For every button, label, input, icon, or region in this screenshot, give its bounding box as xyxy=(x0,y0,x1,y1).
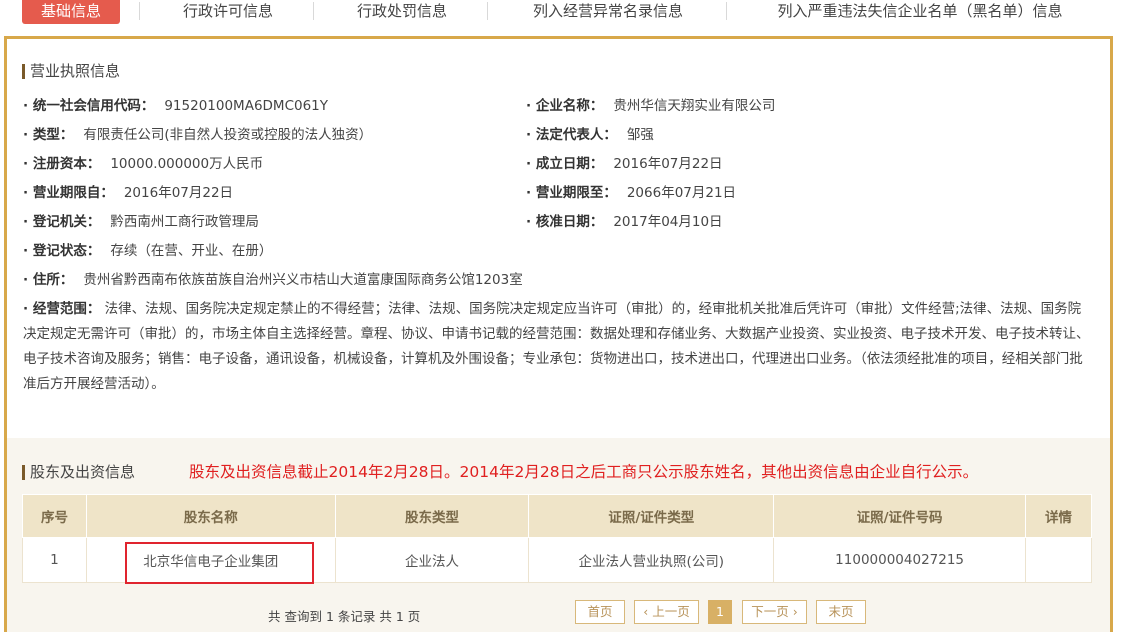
field-label: · 核准日期： xyxy=(526,214,604,230)
field-value: 邹强 xyxy=(626,127,654,143)
col-header-cert-no: 证照/证件号码 xyxy=(773,494,1027,538)
shareholder-notice: 股东及出资信息截止2014年2月28日。2014年2月28日之后工商只公示股东姓… xyxy=(189,463,979,481)
pager-last-button[interactable]: 末页 xyxy=(816,600,866,624)
field-label: · 住所： xyxy=(23,272,74,288)
tab-divider xyxy=(487,2,488,20)
field-label: · 成立日期： xyxy=(526,156,604,172)
chevron-left-icon: ‹ xyxy=(643,604,649,619)
field-business-scope: · 经营范围： 法律、法规、国务院决定规定禁止的不得经营；法律、法规、国务院决定… xyxy=(23,297,1091,397)
field-registration-authority: · 登记机关： 黔西南州工商行政管理局 xyxy=(23,213,259,231)
pager-prev-label: 上一页 xyxy=(652,604,690,619)
pager-next-label: 下一页 xyxy=(751,604,789,619)
field-value: 2016年07月22日 xyxy=(123,185,234,201)
field-value: 2066年07月21日 xyxy=(626,185,737,201)
field-label: · 营业期限至： xyxy=(526,185,617,201)
chevron-right-icon: › xyxy=(792,604,798,619)
tab-admin-license[interactable]: 行政许可信息 xyxy=(160,0,296,24)
field-value: 法律、法规、国务院决定规定禁止的不得经营；法律、法规、国务院决定规定应当许可（审… xyxy=(23,301,1090,392)
tab-abnormal-list[interactable]: 列入经营异常名录信息 xyxy=(508,0,708,24)
col-header-detail: 详情 xyxy=(1025,494,1092,538)
field-label: · 统一社会信用代码： xyxy=(23,98,155,114)
field-registration-status: · 登记状态： 存续（在营、开业、在册） xyxy=(23,242,272,260)
field-credit-code: · 统一社会信用代码： 91520100MA6DMC061Y xyxy=(23,97,328,115)
table-header-row: 序号 股东名称 股东类型 证照/证件类型 证照/证件号码 详情 xyxy=(22,494,1092,538)
tab-divider xyxy=(313,2,314,20)
tab-blacklist[interactable]: 列入严重违法失信企业名单（黑名单）信息 xyxy=(748,0,1092,24)
field-company-name: · 企业名称： 贵州华信天翔实业有限公司 xyxy=(526,97,775,115)
col-header-name: 股东名称 xyxy=(85,494,336,538)
field-address: · 住所： 贵州省黔西南布依族苗族自治州兴义市桔山大道富康国际商务公馆1203室 xyxy=(23,271,523,289)
field-label: · 登记状态： xyxy=(23,243,101,259)
field-label: · 类型： xyxy=(23,127,74,143)
field-value: 91520100MA6DMC061Y xyxy=(164,98,329,114)
field-value: 10000.000000万人民币 xyxy=(110,156,264,172)
page: 基础信息 行政许可信息 行政处罚信息 列入经营异常名录信息 列入严重违法失信企业… xyxy=(0,0,1126,632)
col-header-type: 股东类型 xyxy=(334,494,530,538)
tab-admin-penalty[interactable]: 行政处罚信息 xyxy=(334,0,470,24)
pager-next-button[interactable]: 下一页 › xyxy=(742,600,807,624)
field-type: · 类型： 有限责任公司(非自然人投资或控股的法人独资） xyxy=(23,126,372,144)
field-label: · 法定代表人： xyxy=(526,127,617,143)
field-label: · 登记机关： xyxy=(23,214,101,230)
section-title-shareholders: 股东及出资信息 xyxy=(22,464,135,481)
cell-cert-no: 110000004027215 xyxy=(773,537,1027,583)
field-term-from: · 营业期限自： 2016年07月22日 xyxy=(23,184,233,202)
col-header-index: 序号 xyxy=(22,494,87,538)
field-value: 贵州华信天翔实业有限公司 xyxy=(613,98,776,114)
field-value: 黔西南州工商行政管理局 xyxy=(110,214,259,230)
cell-cert-type: 企业法人营业执照(公司) xyxy=(528,537,775,583)
tab-divider xyxy=(726,2,727,20)
field-term-to: · 营业期限至： 2066年07月21日 xyxy=(526,184,736,202)
cell-shareholder-type: 企业法人 xyxy=(334,537,530,583)
record-summary: 共 查询到 1 条记录 共 1 页 xyxy=(268,609,421,624)
pager-current-page[interactable]: 1 xyxy=(708,600,732,624)
pager-prev-button[interactable]: ‹ 上一页 xyxy=(634,600,699,624)
field-label: · 经营范围： xyxy=(23,301,101,317)
field-label: · 营业期限自： xyxy=(23,185,114,201)
field-value: 存续（在营、开业、在册） xyxy=(110,243,273,259)
field-founded-date: · 成立日期： 2016年07月22日 xyxy=(526,155,723,173)
field-approval-date: · 核准日期： 2017年04月10日 xyxy=(526,213,723,231)
field-value: 贵州省黔西南布依族苗族自治州兴义市桔山大道富康国际商务公馆1203室 xyxy=(83,272,523,288)
tab-divider xyxy=(139,2,140,20)
pager-first-button[interactable]: 首页 xyxy=(575,600,625,624)
tab-bar: 基础信息 行政许可信息 行政处罚信息 列入经营异常名录信息 列入严重违法失信企业… xyxy=(0,0,1126,36)
field-value: 2016年07月22日 xyxy=(613,156,723,172)
field-legal-rep: · 法定代表人： 邹强 xyxy=(526,126,654,144)
col-header-cert-type: 证照/证件类型 xyxy=(528,494,775,538)
cell-detail[interactable] xyxy=(1025,537,1092,583)
field-value: 2017年04月10日 xyxy=(613,214,723,230)
field-label: · 注册资本： xyxy=(23,156,101,172)
field-registered-capital: · 注册资本： 10000.000000万人民币 xyxy=(23,155,263,173)
cell-index: 1 xyxy=(22,537,87,583)
tab-basic-info[interactable]: 基础信息 xyxy=(22,0,120,24)
highlight-box xyxy=(125,542,314,584)
section-title-license: 营业执照信息 xyxy=(22,63,120,80)
field-value: 有限责任公司(非自然人投资或控股的法人独资） xyxy=(83,127,373,143)
field-label: · 企业名称： xyxy=(526,98,604,114)
